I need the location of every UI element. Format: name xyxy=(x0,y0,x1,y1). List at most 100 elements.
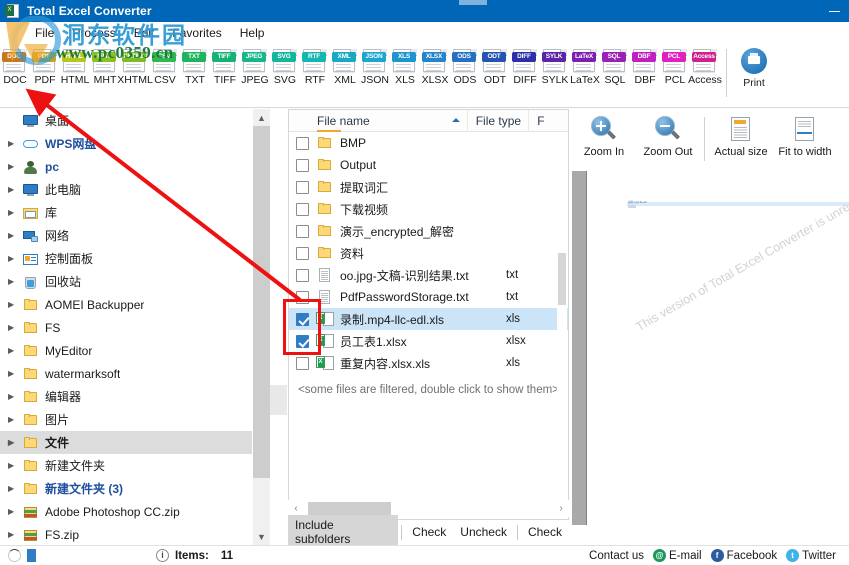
row-checkbox[interactable] xyxy=(289,202,316,216)
expand-arrow-icon[interactable]: ▶ xyxy=(8,346,22,355)
tree-item[interactable]: ▶ watermarksoft xyxy=(0,362,252,385)
zoom-out-button[interactable]: Zoom Out xyxy=(636,115,700,158)
format-button-jpeg[interactable]: JPEG JPEG xyxy=(240,47,270,86)
expand-arrow-icon[interactable]: ▶ xyxy=(8,254,22,263)
format-button-pdf[interactable]: PDF PDF xyxy=(30,47,60,86)
expand-arrow-icon[interactable]: ▶ xyxy=(8,484,22,493)
format-button-sylk[interactable]: SYLK SYLK xyxy=(540,47,570,86)
format-button-sql[interactable]: SQL SQL xyxy=(600,47,630,86)
format-button-txt[interactable]: TXT TXT xyxy=(180,47,210,86)
expand-arrow-icon[interactable]: ▶ xyxy=(8,277,22,286)
tree-item[interactable]: ▶ 新建文件夹 (3) xyxy=(0,477,252,500)
tree-item[interactable]: ▶ MyEditor xyxy=(0,339,252,362)
expand-arrow-icon[interactable]: ▶ xyxy=(8,231,22,240)
expand-arrow-icon[interactable]: ▶ xyxy=(8,208,22,217)
print-button[interactable]: Print xyxy=(733,47,775,89)
tree-item[interactable]: ▶ 库 xyxy=(0,201,252,224)
menu-item-edit[interactable]: Edit xyxy=(125,24,164,42)
tree-item[interactable]: ▶ 回收站 xyxy=(0,270,252,293)
file-list-row[interactable]: 演示_encrypted_解密 xyxy=(289,220,568,242)
email-link[interactable]: @ E-mail xyxy=(653,549,702,562)
file-list-row[interactable]: BMP xyxy=(289,132,568,154)
format-button-csv[interactable]: CSV CSV xyxy=(150,47,180,86)
format-button-xml[interactable]: XML XML xyxy=(330,47,360,86)
menu-item-favorites[interactable]: Favorites xyxy=(163,24,230,42)
scroll-right-icon[interactable]: › xyxy=(553,503,569,514)
fit-to-width-button[interactable]: Fit to width xyxy=(773,115,837,158)
format-button-latex[interactable]: LaTeX LaTeX xyxy=(570,47,600,86)
row-checkbox[interactable] xyxy=(289,224,316,238)
expand-arrow-icon[interactable]: ▶ xyxy=(8,461,22,470)
tree-item[interactable]: ▶ pc xyxy=(0,155,252,178)
column-header-file-name[interactable]: File name xyxy=(289,110,468,132)
format-button-ods[interactable]: ODS ODS xyxy=(450,47,480,86)
menu-item-process[interactable]: Process xyxy=(63,24,124,42)
tree-item[interactable]: ▶ AOMEI Backupper xyxy=(0,293,252,316)
file-list-scrollbar[interactable] xyxy=(557,133,567,518)
file-list-row[interactable]: PdfPasswordStorage.txt txt xyxy=(289,286,568,308)
tree-item[interactable]: ▶ 控制面板 xyxy=(0,247,252,270)
actual-size-button[interactable]: Actual size xyxy=(709,115,773,158)
file-list-button-check-3[interactable]: Check xyxy=(521,522,569,542)
splitter-grip[interactable] xyxy=(270,385,287,415)
format-button-json[interactable]: JSON JSON xyxy=(360,47,390,86)
format-button-svg[interactable]: SVG SVG xyxy=(270,47,300,86)
row-checkbox[interactable] xyxy=(289,268,316,282)
file-list-row[interactable]: 下载视频 xyxy=(289,198,568,220)
format-button-xls[interactable]: XLS XLS xyxy=(390,47,420,86)
format-button-tiff[interactable]: TIFF TIFF xyxy=(210,47,240,86)
format-button-diff[interactable]: DIFF DIFF xyxy=(510,47,540,86)
format-button-html[interactable]: HTML HTML xyxy=(60,47,90,86)
tree-item[interactable]: ▶ 网络 xyxy=(0,224,252,247)
facebook-link[interactable]: f Facebook xyxy=(710,549,777,562)
expand-arrow-icon[interactable]: ▶ xyxy=(8,300,22,309)
format-button-pcl[interactable]: PCL PCL xyxy=(660,47,690,86)
expand-arrow-icon[interactable]: ▶ xyxy=(8,507,22,516)
file-list-button-include-subfolders-0[interactable]: Include subfolders xyxy=(288,515,399,549)
format-button-access[interactable]: Access Access xyxy=(688,47,722,86)
tree-item[interactable]: 桌面 xyxy=(0,109,252,132)
file-list-panel[interactable]: File name File type F BMP Output 提取词汇 下载视频演… xyxy=(288,109,569,520)
row-checkbox[interactable] xyxy=(289,180,316,194)
expand-arrow-icon[interactable]: ▶ xyxy=(8,415,22,424)
tree-item[interactable]: ▶ WPS网盘 xyxy=(0,132,252,155)
file-list-button-check-1[interactable]: Check xyxy=(405,522,453,542)
file-list-row[interactable]: 资料 xyxy=(289,242,568,264)
file-list-row[interactable]: oo.jpg-文稿-识别结果.txt txt xyxy=(289,264,568,286)
format-button-mht[interactable]: MHT MHT xyxy=(90,47,120,86)
tree-item[interactable]: ▶ Adobe Photoshop CC.zip xyxy=(0,500,252,523)
tree-item[interactable]: ▶ FS xyxy=(0,316,252,339)
expand-arrow-icon[interactable]: ▶ xyxy=(8,438,22,447)
expand-arrow-icon[interactable]: ▶ xyxy=(8,323,22,332)
tree-item[interactable]: ▶ FS.zip xyxy=(0,523,252,545)
scroll-left-icon[interactable]: ‹ xyxy=(288,503,304,514)
expand-arrow-icon[interactable]: ▶ xyxy=(8,162,22,171)
hscroll-thumb[interactable] xyxy=(308,501,391,516)
preview-left-scrollbar[interactable] xyxy=(572,171,586,525)
row-checkbox[interactable] xyxy=(289,136,316,150)
minimize-button[interactable] xyxy=(819,0,849,22)
file-list-row[interactable]: X 录制.mp4-llc-edl.xls xls xyxy=(289,308,568,330)
menu-item-file[interactable]: File xyxy=(26,24,63,42)
file-list-button-uncheck-2[interactable]: Uncheck xyxy=(453,522,514,542)
folder-tree-scrollbar[interactable]: ▲ ▼ xyxy=(253,109,270,545)
row-checkbox[interactable] xyxy=(289,158,316,172)
file-list-row[interactable]: 提取词汇 xyxy=(289,176,568,198)
expand-arrow-icon[interactable]: ▶ xyxy=(8,530,22,539)
expand-arrow-icon[interactable]: ▶ xyxy=(8,369,22,378)
menu-item-help[interactable]: Help xyxy=(231,24,274,42)
column-header-file-type[interactable]: File type xyxy=(468,110,530,132)
file-list-row[interactable]: Output xyxy=(289,154,568,176)
file-list-row[interactable]: X 重复内容.xlsx.xls xls xyxy=(289,352,568,374)
scrollbar-thumb[interactable] xyxy=(253,126,270,478)
tree-item[interactable]: ▶ 新建文件夹 xyxy=(0,454,252,477)
format-button-doc[interactable]: DOC DOC xyxy=(0,47,30,86)
tree-item[interactable]: ▶ 图片 xyxy=(0,408,252,431)
format-button-rtf[interactable]: RTF RTF xyxy=(300,47,330,86)
scroll-up-icon[interactable]: ▲ xyxy=(253,109,270,126)
format-button-xhtml[interactable]: XHTML XHTML xyxy=(117,47,153,86)
row-checkbox[interactable] xyxy=(289,246,316,260)
file-list-row[interactable]: X 员工表1.xlsx xlsx xyxy=(289,330,568,352)
tree-item[interactable]: ▶ 编辑器 xyxy=(0,385,252,408)
tree-item[interactable]: ▶ 文件 xyxy=(0,431,252,454)
